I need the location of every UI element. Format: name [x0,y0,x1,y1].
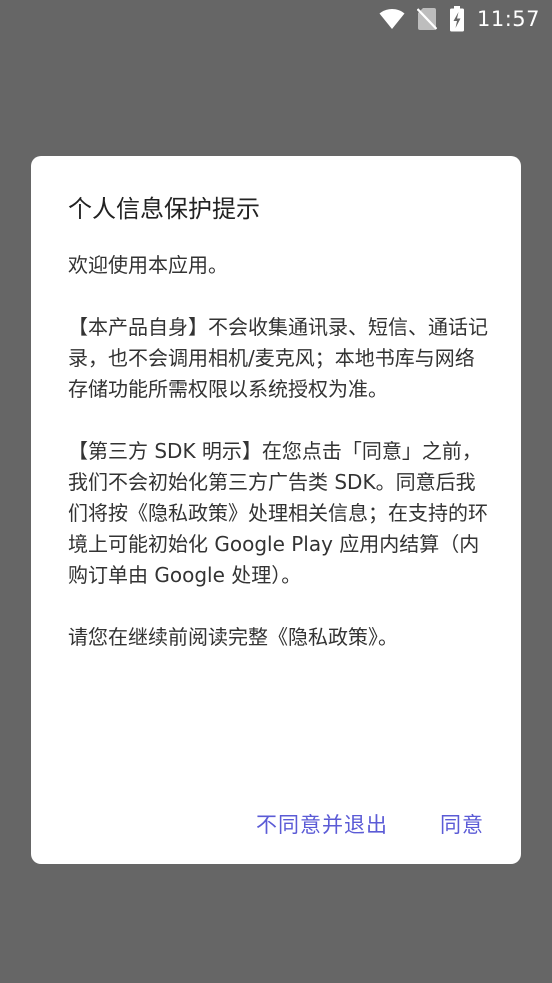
accept-button[interactable]: 同意 [440,810,484,840]
wifi-icon [379,8,405,30]
status-bar: 11:57 [0,0,552,38]
screen: 11:57 个人信息保护提示 欢迎使用本应用。 【本产品自身】不会收集通讯录、短… [0,0,552,983]
battery-charging-icon [449,6,465,32]
decline-exit-button[interactable]: 不同意并退出 [256,810,388,840]
dialog-body: 欢迎使用本应用。 【本产品自身】不会收集通讯录、短信、通话记录，也不会调用相机/… [68,253,488,649]
dialog-actions: 不同意并退出 同意 [256,810,484,840]
no-sim-icon [416,7,437,31]
privacy-dialog: 个人信息保护提示 欢迎使用本应用。 【本产品自身】不会收集通讯录、短信、通话记录… [31,156,521,864]
status-time: 11:57 [476,7,540,31]
dialog-title: 个人信息保护提示 [68,195,260,223]
